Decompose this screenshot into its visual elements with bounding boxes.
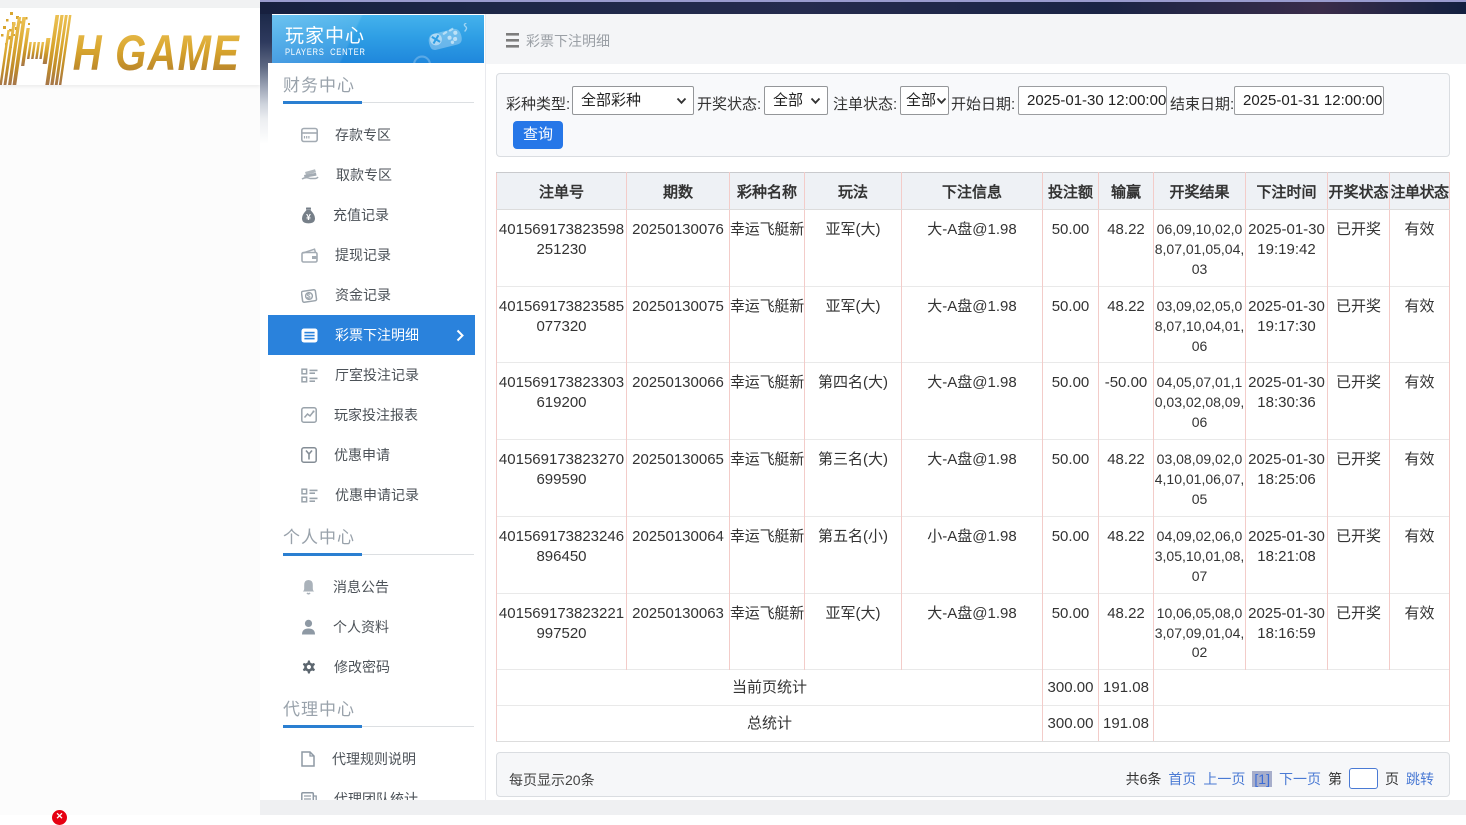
svg-text:¥: ¥ — [306, 212, 311, 222]
svg-text:$: $ — [307, 294, 311, 301]
svg-text:H GAME: H GAME — [73, 25, 241, 81]
